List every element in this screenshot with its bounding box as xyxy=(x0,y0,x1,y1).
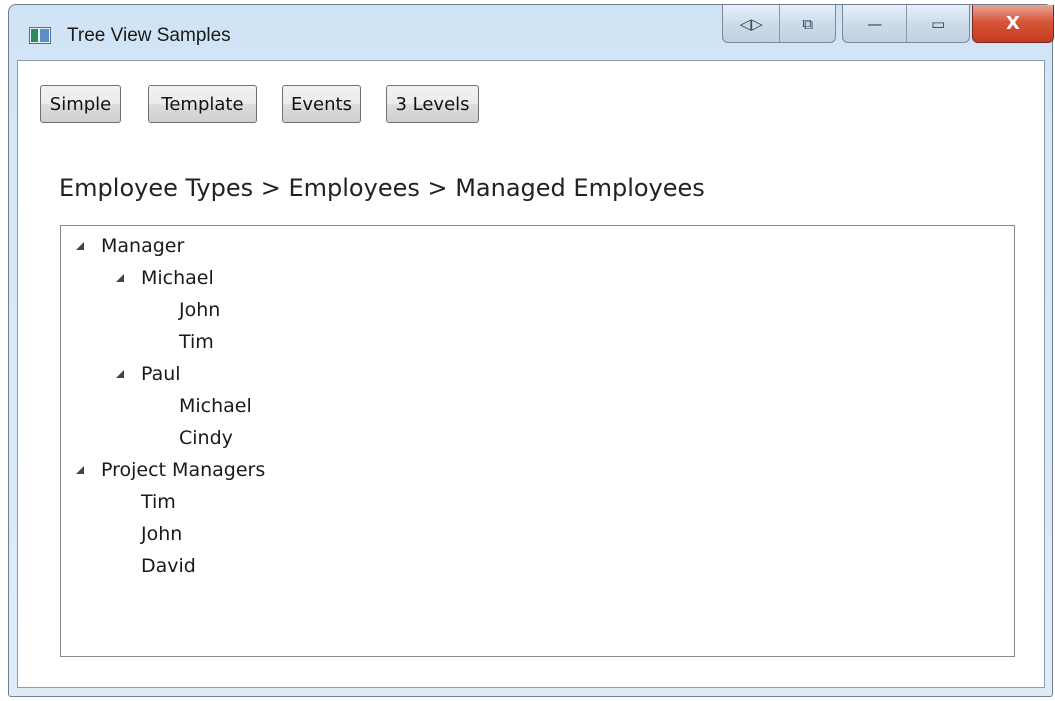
tree-node-john-2[interactable]: John xyxy=(141,522,182,546)
expanded-triangle-icon[interactable] xyxy=(116,274,124,282)
tree-node-manager[interactable]: Manager xyxy=(101,234,184,258)
three-levels-button[interactable]: 3 Levels xyxy=(386,85,479,123)
tree-node-michael-2[interactable]: Michael xyxy=(179,394,252,418)
expanded-triangle-icon[interactable] xyxy=(76,242,84,250)
tree-node-tim[interactable]: Tim xyxy=(179,330,214,354)
title-bar[interactable]: Tree View Samples ◁▷ ⧉ — ▭ X xyxy=(9,5,1054,61)
tree-node-michael[interactable]: Michael xyxy=(141,266,214,290)
tree-node-project-managers[interactable]: Project Managers xyxy=(101,458,265,482)
tree-node-paul[interactable]: Paul xyxy=(141,362,181,386)
minimize-button[interactable]: — xyxy=(843,5,906,42)
tree-node-john[interactable]: John xyxy=(179,298,220,322)
extra-window-controls: ◁▷ ⧉ xyxy=(722,5,836,43)
breadcrumb: Employee Types > Employees > Managed Emp… xyxy=(59,174,705,202)
close-button[interactable]: X xyxy=(972,5,1054,43)
app-window: Tree View Samples ◁▷ ⧉ — ▭ X Simple Temp… xyxy=(8,4,1054,697)
template-button[interactable]: Template xyxy=(148,85,257,123)
tree-node-tim-2[interactable]: Tim xyxy=(141,490,176,514)
visual-tree-button[interactable]: ◁▷ xyxy=(723,5,779,42)
window-size-controls: — ▭ xyxy=(842,5,970,43)
events-button[interactable]: Events xyxy=(282,85,361,123)
simple-button[interactable]: Simple xyxy=(40,85,121,123)
tree-node-cindy[interactable]: Cindy xyxy=(179,426,233,450)
expanded-triangle-icon[interactable] xyxy=(116,370,124,378)
tree-view[interactable]: Manager Michael John Tim Paul Michael Ci… xyxy=(60,225,1015,657)
tree-node-david[interactable]: David xyxy=(141,554,196,578)
maximize-button[interactable]: ▭ xyxy=(906,5,969,42)
snoop-button[interactable]: ⧉ xyxy=(779,5,835,42)
client-area: Simple Template Events 3 Levels Employee… xyxy=(17,60,1045,688)
window-title: Tree View Samples xyxy=(67,25,231,46)
expanded-triangle-icon[interactable] xyxy=(76,466,84,474)
app-window-icon[interactable] xyxy=(29,27,51,44)
